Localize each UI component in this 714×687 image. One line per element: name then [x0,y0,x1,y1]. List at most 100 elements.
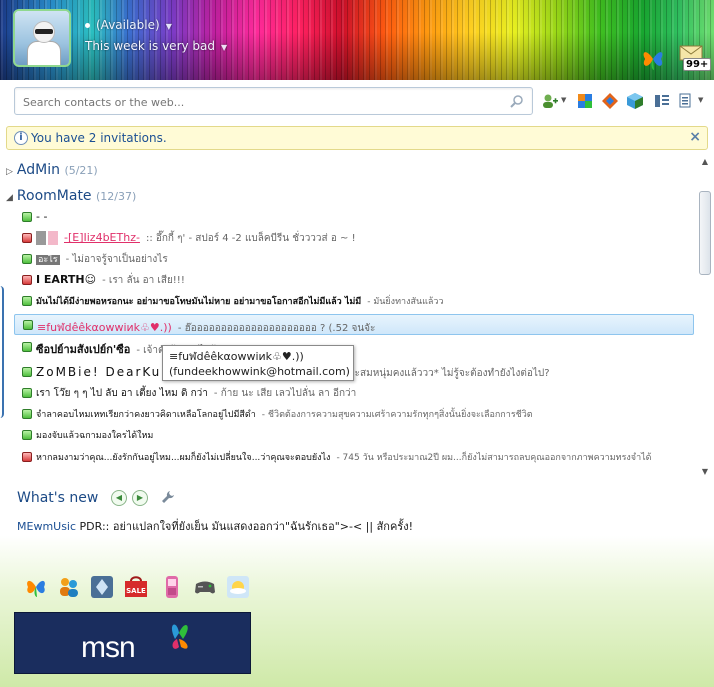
group-count: (12/37) [96,190,137,203]
online-status-icon [22,367,32,377]
contact-name: อะไร [36,255,60,265]
invitations-text[interactable]: You have 2 invitations. [31,131,167,145]
msn-butterfly-icon [171,624,188,649]
contact-row[interactable]: มองจับแล้วฉกามองใครได้ใหม [0,425,696,446]
contact-psm: - ฮ๊อออออออออออออออออออออ ? (.52 จนจัะ [177,323,376,334]
contact-psm: ...และจะสมหนุ่มคงแล้ววว* ไม่รู้จะต้องทำย… [321,368,550,379]
msn-ad-banner[interactable]: msn [14,612,251,674]
close-icon[interactable]: × [689,129,701,145]
search-icon[interactable] [510,94,524,108]
group-admin[interactable]: ▷ AdMin (5/21) [6,162,98,178]
online-status-icon [22,430,32,440]
sale-icon[interactable]: SALE [124,575,148,599]
online-status-icon [22,342,32,352]
whats-new-contact[interactable]: MEwmUsic [17,520,76,533]
status-dot-icon [85,23,90,28]
online-status-icon [22,409,32,419]
online-status-icon [22,296,32,306]
contact-row[interactable]: เรา โว๊ย ๆ ๆ ไป ลับ อา เตี้ยง ไหม ดิ กว่… [0,383,696,404]
contact-tooltip: ≡fuฬdêêkαowwiиk♧♥.)) (fundeekhowwink@hot… [162,345,354,381]
info-icon: i [14,131,28,145]
next-icon[interactable]: ▶ [132,490,148,506]
activities-icon[interactable] [601,92,619,110]
games-icon[interactable] [626,92,644,110]
contact-name: ZoMBie! DearKu [36,365,162,379]
busy-status-icon [22,233,32,243]
contact-name: จำลาคอบไหมเหทเรียกว่าคงยาวคิดาเหลือโลกอย… [36,410,256,420]
online-status-icon [22,212,32,222]
personal-message-text: This week is very bad [85,39,216,53]
mail-icon[interactable]: 99+ [678,44,712,72]
search-input[interactable] [23,93,493,111]
status-text: (Available) [96,18,160,32]
collapse-triangle-icon: ◢ [6,193,13,203]
contact-row[interactable]: - - [0,207,696,228]
chevron-down-icon[interactable]: ▼ [561,96,566,104]
busy-status-icon [22,275,32,285]
add-contact-icon[interactable] [541,92,559,110]
header-banner: (Available) ▼ This week is very bad ▼ 99+ [0,0,714,80]
group-name: RoomMate [16,188,92,204]
msn-butterfly-icon[interactable] [640,46,666,72]
display-picture-icon [36,231,46,245]
search-box[interactable] [14,87,533,115]
scroll-down-icon[interactable]: ▼ [700,467,710,477]
wrench-icon[interactable] [161,490,175,504]
weather-icon[interactable] [226,575,250,599]
contact-row[interactable]: จำลาคอบไหมเหทเรียกว่าคงยาวคิดาเหลือโลกอย… [0,404,696,425]
group-roommate[interactable]: ◢ RoomMate (12/37) [6,188,136,204]
chevron-down-icon: ▼ [221,43,228,52]
tooltip-name: ≡fuฬdêêkαowwiиk♧♥.)) [169,350,304,363]
chevron-down-icon[interactable]: ▼ [698,96,703,104]
msn-butterfly-icon[interactable] [24,575,48,599]
chevron-down-icon: ▼ [165,22,172,31]
contact-row[interactable]: มันไม่ได้มีง่ายพอหรอกนะ อย่ามาขอโทษมันไม… [0,291,696,312]
contact-row-selected[interactable]: ≡fuฬdêêkαowwiиk♧♥.)) - ฮ๊ออออออออออออออออ… [14,314,694,335]
personal-message[interactable]: This week is very bad ▼ [85,39,227,53]
shopping-icon[interactable] [90,575,114,599]
whats-new-title: What's new [17,490,99,506]
online-status-icon [22,388,32,398]
invitations-bar[interactable]: i You have 2 invitations. × [6,126,708,150]
contact-name: เรา โว๊ย ๆ ๆ ไป ลับ อา เตี้ยง ไหม ดิ กว่… [36,388,208,399]
whats-new-text: PDR:: อย่าแปลกใจที่ยังเย็น มันแสดงออกว่า… [79,520,413,533]
tooltip-email: (fundeekhowwink@hotmail.com) [169,365,350,378]
sharing-icon[interactable] [576,92,594,110]
display-picture-icon [48,231,58,245]
contact-name: -[E]Iiz4bEThz- [64,231,140,244]
contact-psm: - ก้าย นะ เสีย เลวไปลั่น ลา อีกว่า [213,388,357,399]
svg-text:SALE: SALE [126,587,146,595]
contact-row[interactable]: -[E]Iiz4bEThz-:: อึ๊กกี้ ๆ' - สปอร์ 4 -2… [0,228,696,249]
game-controller-icon[interactable] [193,575,217,599]
contact-psm: - ชีวิตต้องการความสุขความเศร้าความรักทุก… [261,410,533,420]
status-selector[interactable]: (Available) ▼ [85,18,172,32]
contact-name: ซือปย์ามสังเปย์ก'ซือ [36,343,131,356]
busy-status-icon [22,452,32,462]
contact-psm: - มันยิ่งทางสันแล้วว [367,297,444,307]
msn-logo: msn [81,631,136,664]
contact-name: หากลมงามว่าคุณ...ยังรักกันอยู่ไหม...ผมก็… [36,453,331,463]
layout-icon[interactable] [653,92,671,110]
contact-list[interactable]: - - -[E]Iiz4bEThz-:: อึ๊กกี้ ๆ' - สปอร์ … [0,207,698,474]
contact-row[interactable]: อะไร - ไม่อาจรู้จาเป็นอย่างไร [0,249,696,270]
contact-psm: - ไม่อาจรู้จาเป็นอย่างไร [65,254,168,265]
contact-list-scrollbar[interactable]: ▲ ▼ [698,157,712,477]
contact-psm: - 745 วัน หรือประมาณ2ปี ผม...ก็ยังไม่สาม… [336,453,652,463]
scroll-up-icon[interactable]: ▲ [700,157,710,167]
contact-name: มันไม่ได้มีง่ายพอหรอกนะ อย่ามาขอโทษมันไม… [36,297,362,307]
mail-count-badge: 99+ [683,58,712,71]
mobile-phone-icon[interactable] [160,575,184,599]
previous-icon[interactable]: ◀ [111,490,127,506]
contact-name: มองจับแล้วฉกามองใครได้ใหม [36,431,154,441]
contact-name: I EARTH☺ [36,273,97,286]
people-icon[interactable] [57,575,81,599]
contact-row[interactable]: I EARTH☺ - เรา ลั่น อา เสีย!!! [0,270,696,291]
avatar[interactable] [13,9,71,67]
group-name: AdMin [16,162,60,178]
online-status-icon [23,320,33,330]
scroll-thumb[interactable] [699,191,711,275]
whats-new-item[interactable]: MEwmUsic PDR:: อย่าแปลกใจที่ยังเย็น มันแ… [17,517,413,535]
menu-icon[interactable] [678,92,696,110]
contact-row[interactable]: หากลมงามว่าคุณ...ยังรักกันอยู่ไหม...ผมก็… [0,447,696,468]
contact-name: ≡fuฬdêêkαowwiиk♧♥.)) [37,321,172,334]
